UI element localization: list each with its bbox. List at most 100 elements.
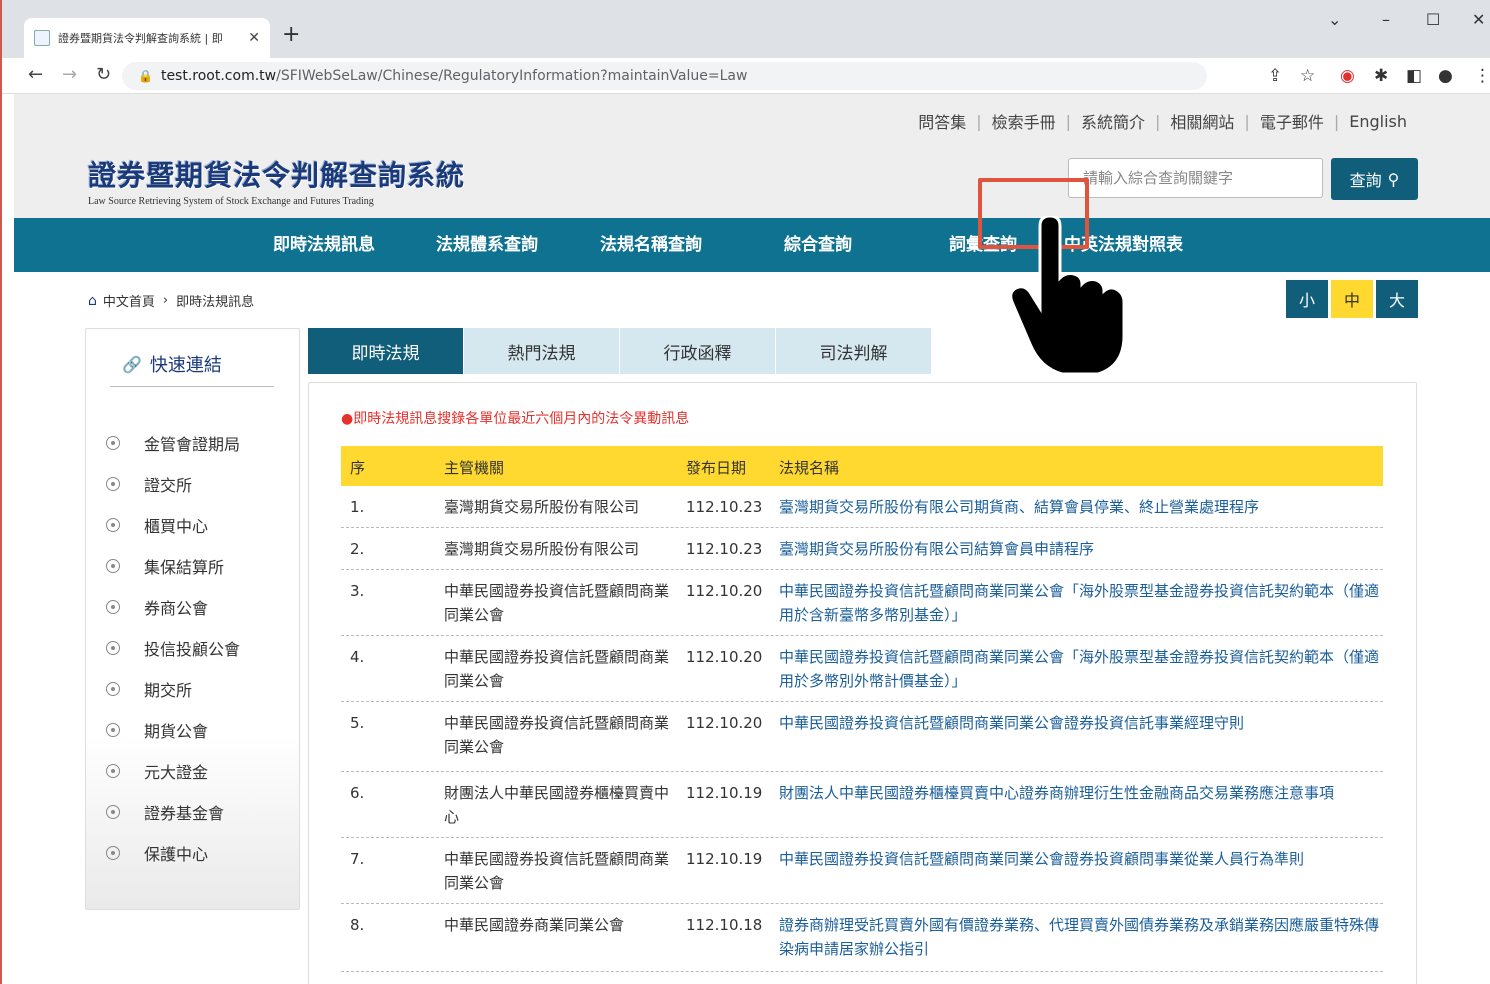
row-title-link[interactable]: 財團法人中華民國證券櫃檯買賣中心證券商辦理衍生性金融商品交易業務應注意事項 bbox=[779, 781, 1379, 805]
row-no: 7. bbox=[350, 850, 365, 868]
tab-judicial-rulings[interactable]: 司法判解 bbox=[776, 328, 931, 374]
nav-system-search[interactable]: 法規體系查詢 bbox=[436, 218, 538, 272]
close-window-icon[interactable]: ✕ bbox=[1472, 10, 1485, 29]
back-icon[interactable]: ← bbox=[28, 64, 43, 85]
row-no: 1. bbox=[350, 498, 365, 516]
url-host: test.root.com.tw bbox=[160, 68, 277, 84]
row-agency: 臺灣期貨交易所股份有限公司 bbox=[444, 498, 640, 516]
extensions-icon[interactable]: ✱ bbox=[1374, 66, 1388, 86]
sidebar-title-label: 快速連結 bbox=[149, 355, 222, 376]
home-icon[interactable]: ⌂ bbox=[88, 293, 97, 309]
forward-icon[interactable]: → bbox=[62, 64, 77, 85]
nav-name-search[interactable]: 法規名稱查詢 bbox=[600, 218, 702, 272]
sidebar-item-twse[interactable]: 證交所 bbox=[106, 472, 192, 496]
table-header: 序 主管機關 發布日期 法規名稱 bbox=[341, 446, 1383, 486]
menu-icon[interactable]: ⋮ bbox=[1474, 66, 1490, 86]
table-row: 1. 臺灣期貨交易所股份有限公司 112.10.23 臺灣期貨交易所股份有限公司… bbox=[341, 486, 1383, 528]
row-title-link[interactable]: 中華民國證券投資信託暨顧問商業同業公會「海外股票型基金證券投資信託契約範本（僅適… bbox=[779, 645, 1379, 693]
tab-admin-interpretations[interactable]: 行政函釋 bbox=[620, 328, 775, 374]
search-input[interactable] bbox=[1068, 158, 1323, 198]
top-link-related[interactable]: 相關網站 bbox=[1160, 109, 1244, 133]
sidebar-item-sfi[interactable]: 證券基金會 bbox=[106, 800, 224, 824]
font-size-large-button[interactable]: 大 bbox=[1376, 280, 1418, 318]
sidebar-item-label: 投信投顧公會 bbox=[144, 640, 241, 659]
tab-search-icon[interactable]: ⌄ bbox=[1328, 10, 1341, 29]
tab-realtime-laws[interactable]: 即時法規 bbox=[308, 328, 463, 374]
reload-icon[interactable]: ↻ bbox=[96, 64, 111, 85]
url-path: /SFIWebSeLaw/Chinese/RegulatoryInformati… bbox=[276, 68, 748, 84]
row-agency: 臺灣期貨交易所股份有限公司 bbox=[444, 540, 640, 558]
browser-tab[interactable]: 證券暨期貨法令判解查詢系統 | 即 ✕ bbox=[24, 18, 270, 58]
share-icon[interactable]: ⇪ bbox=[1268, 66, 1282, 86]
tab-close-icon[interactable]: ✕ bbox=[248, 30, 260, 46]
sidebar-item-label: 集保結算所 bbox=[144, 558, 225, 577]
top-link-manual[interactable]: 檢索手冊 bbox=[982, 109, 1066, 133]
top-link-email[interactable]: 電子郵件 bbox=[1250, 109, 1334, 133]
row-no: 5. bbox=[350, 714, 365, 732]
tab-label: 即時法規 bbox=[351, 343, 420, 364]
logo-title: 證券暨期貨法令判解查詢系統 bbox=[88, 159, 466, 192]
breadcrumb: ⌂ 中文首頁 › 即時法規訊息 bbox=[88, 291, 255, 311]
lock-icon[interactable]: 🔒 bbox=[138, 69, 153, 83]
maximize-icon[interactable]: ☐ bbox=[1426, 10, 1440, 29]
row-agency: 中華民國證券商業同業公會 bbox=[444, 916, 625, 934]
top-link-about[interactable]: 系統簡介 bbox=[1071, 109, 1155, 133]
row-date: 112.10.23 bbox=[686, 540, 763, 558]
top-link-english[interactable]: English bbox=[1339, 112, 1417, 131]
col-header-date: 發布日期 bbox=[686, 459, 747, 477]
quick-links-sidebar: 🔗 快速連結 金管會證期局 證交所 櫃買中心 集保結算所 券商公會 投信投顧公會… bbox=[85, 328, 300, 910]
row-title-link[interactable]: 臺灣期貨交易所股份有限公司結算會員申請程序 bbox=[779, 537, 1379, 561]
bullet-icon bbox=[106, 846, 120, 860]
sidebar-item-label: 金管會證期局 bbox=[144, 435, 241, 454]
col-header-no: 序 bbox=[350, 459, 366, 477]
tab-label: 司法判解 bbox=[819, 343, 888, 364]
row-title-link[interactable]: 中華民國證券投資信託暨顧問商業同業公會證券投資顧問事業從業人員行為準則 bbox=[779, 847, 1379, 871]
sidebar-item-yuanta-finance[interactable]: 元大證金 bbox=[106, 759, 208, 783]
tab-label: 熱門法規 bbox=[507, 343, 576, 364]
top-link-faq[interactable]: 問答集 bbox=[908, 109, 976, 133]
record-extension-icon[interactable]: ◉ bbox=[1340, 66, 1355, 86]
sidebar-item-fsc[interactable]: 金管會證期局 bbox=[106, 431, 240, 455]
row-title-link[interactable]: 中華民國證券投資信託暨顧問商業同業公會「海外股票型基金證券投資信託契約範本（僅適… bbox=[779, 579, 1379, 627]
sidebar-item-futures-assoc[interactable]: 期貨公會 bbox=[106, 718, 208, 742]
row-agency: 財團法人中華民國證券櫃檯買賣中心 bbox=[444, 784, 670, 826]
search-button[interactable]: 查詢 ⚲ bbox=[1331, 158, 1418, 200]
table-row: 2. 臺灣期貨交易所股份有限公司 112.10.23 臺灣期貨交易所股份有限公司… bbox=[341, 528, 1383, 570]
font-size-medium-label: 中 bbox=[1343, 291, 1360, 310]
row-title-link[interactable]: 證券商辦理受託買賣外國有價證券業務、代理買賣外國債券業務及承銷業務因應嚴重特殊傳… bbox=[779, 913, 1379, 961]
address-bar[interactable]: 🔒 test.root.com.tw/SFIWebSeLaw/Chinese/R… bbox=[122, 62, 1207, 90]
table-row: 6. 財團法人中華民國證券櫃檯買賣中心 112.10.19 財團法人中華民國證券… bbox=[341, 772, 1383, 838]
sidebar-item-tdcc[interactable]: 集保結算所 bbox=[106, 554, 224, 578]
side-panel-icon[interactable]: ◧ bbox=[1406, 66, 1422, 86]
row-no: 8. bbox=[350, 916, 365, 934]
breadcrumb-current: 即時法規訊息 bbox=[176, 295, 255, 310]
breadcrumb-home[interactable]: 中文首頁 bbox=[103, 291, 155, 310]
table-row: 4. 中華民國證券投資信託暨顧問商業同業公會 112.10.20 中華民國證券投… bbox=[341, 636, 1383, 702]
nav-realtime-news[interactable]: 即時法規訊息 bbox=[273, 218, 375, 272]
tab-strip: 證券暨期貨法令判解查詢系統 | 即 ✕ + ⌄ – ☐ ✕ bbox=[2, 0, 1490, 58]
row-title-link[interactable]: 臺灣期貨交易所股份有限公司期貨商、結算會員停業、終止營業處理程序 bbox=[779, 495, 1379, 519]
sidebar-item-taifex[interactable]: 期交所 bbox=[106, 677, 192, 701]
profile-avatar-icon[interactable]: ● bbox=[1438, 66, 1453, 86]
bullet-icon bbox=[106, 559, 120, 573]
sidebar-item-tpex[interactable]: 櫃買中心 bbox=[106, 513, 208, 537]
minimize-icon[interactable]: – bbox=[1382, 10, 1390, 29]
site-logo[interactable]: 證券暨期貨法令判解查詢系統 Law Source Retrieving Syst… bbox=[88, 154, 465, 207]
sidebar-item-label: 保護中心 bbox=[144, 845, 209, 864]
divider bbox=[110, 386, 274, 387]
bullet-icon bbox=[106, 764, 120, 778]
table-row: 7. 中華民國證券投資信託暨顧問商業同業公會 112.10.19 中華民國證券投… bbox=[341, 838, 1383, 904]
sidebar-item-securities-assoc[interactable]: 券商公會 bbox=[106, 595, 208, 619]
row-date: 112.10.18 bbox=[686, 916, 763, 934]
sidebar-item-sitca[interactable]: 投信投顧公會 bbox=[106, 636, 240, 660]
tab-popular-laws[interactable]: 熱門法規 bbox=[464, 328, 619, 374]
row-title-link[interactable]: 中華民國證券投資信託暨顧問商業同業公會證券投資信託事業經理守則 bbox=[779, 711, 1379, 735]
bookmark-star-icon[interactable]: ☆ bbox=[1300, 66, 1315, 86]
font-size-small-button[interactable]: 小 bbox=[1286, 280, 1328, 318]
sidebar-item-protection-center[interactable]: 保護中心 bbox=[106, 841, 208, 865]
new-tab-button[interactable]: + bbox=[282, 22, 300, 47]
bullet-icon bbox=[106, 436, 120, 450]
nav-combined-search[interactable]: 綜合查詢 bbox=[784, 218, 852, 272]
font-size-medium-button[interactable]: 中 bbox=[1331, 280, 1373, 318]
table-row: 5. 中華民國證券投資信託暨顧問商業同業公會 112.10.20 中華民國證券投… bbox=[341, 702, 1383, 772]
